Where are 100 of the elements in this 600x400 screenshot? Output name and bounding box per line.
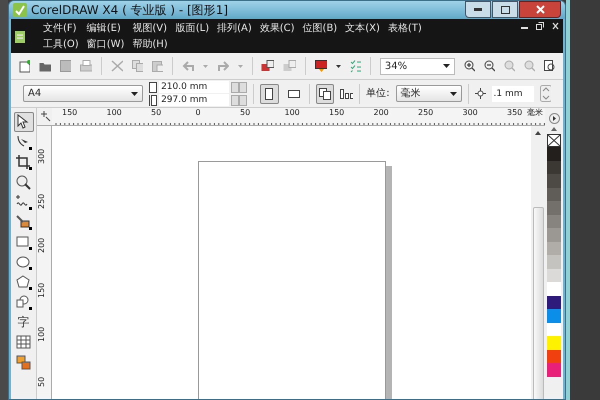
fill-tool-icon bbox=[15, 214, 32, 230]
menu-item[interactable]: 位图(B) bbox=[302, 21, 338, 37]
menu-item[interactable]: 效果(C) bbox=[260, 21, 295, 37]
freehand-icon bbox=[15, 194, 32, 210]
ruler-label: 50 bbox=[240, 108, 250, 118]
minimize-icon bbox=[474, 8, 482, 11]
rectangle-icon bbox=[15, 234, 32, 250]
minimize-button[interactable] bbox=[465, 1, 491, 18]
close-button[interactable] bbox=[519, 1, 561, 18]
color-swatch[interactable] bbox=[547, 336, 561, 350]
menu-item[interactable]: 文本(X) bbox=[345, 21, 380, 37]
color-swatch[interactable] bbox=[547, 296, 561, 309]
doc-close-icon[interactable] bbox=[552, 22, 559, 30]
color-swatch[interactable] bbox=[547, 363, 561, 376]
basic-shapes-icon bbox=[15, 294, 32, 310]
checklist-icon[interactable] bbox=[350, 60, 361, 72]
text-tool-button[interactable]: 字 bbox=[14, 312, 34, 332]
menu-item[interactable]: 编辑(E) bbox=[86, 21, 124, 37]
ruler-label: 100 bbox=[284, 108, 300, 118]
color-swatch[interactable] bbox=[547, 268, 561, 282]
ruler-label: 0 bbox=[196, 108, 201, 118]
ruler-unit: 毫米 bbox=[527, 108, 543, 118]
ruler-label: 50 bbox=[151, 108, 162, 118]
color-swatch[interactable] bbox=[547, 201, 561, 214]
portrait-button[interactable] bbox=[260, 84, 279, 104]
dropdown-arrow-icon bbox=[131, 92, 138, 96]
color-swatch[interactable] bbox=[547, 350, 561, 363]
application-launcher-icon[interactable] bbox=[315, 60, 328, 72]
color-swatch[interactable] bbox=[547, 174, 561, 188]
menu-item[interactable]: 文件(F) bbox=[43, 21, 79, 37]
ellipse-icon bbox=[15, 254, 32, 270]
zoom-out-icon[interactable] bbox=[484, 60, 495, 72]
page-height-icon bbox=[149, 94, 158, 106]
ruler-label: 300 bbox=[37, 148, 47, 164]
folder-icon[interactable] bbox=[39, 60, 52, 72]
color-swatch[interactable] bbox=[547, 309, 561, 322]
ruler-label: 150 bbox=[62, 108, 78, 118]
ruler-label: 50 bbox=[37, 376, 47, 386]
ruler-label: 150 bbox=[37, 282, 47, 298]
dropdown-arrow-icon[interactable] bbox=[336, 64, 341, 68]
landscape-page-icon bbox=[288, 90, 300, 98]
pages-icon bbox=[319, 88, 332, 100]
ruler-label: 200 bbox=[37, 238, 47, 253]
current-page-icon[interactable] bbox=[340, 88, 354, 98]
all-pages-button[interactable] bbox=[316, 84, 334, 104]
menu-item[interactable]: 帮助(H) bbox=[132, 37, 168, 53]
app-logo-icon bbox=[13, 3, 27, 17]
nudge-distance-field[interactable]: .1 mm bbox=[492, 86, 534, 102]
color-swatch[interactable] bbox=[547, 255, 561, 268]
ruler-label: 150 bbox=[329, 108, 344, 118]
scroll-up-icon[interactable] bbox=[535, 131, 541, 135]
ruler-label: 100 bbox=[37, 326, 47, 342]
magnifier-icon bbox=[15, 174, 32, 190]
menu-item[interactable]: 工具(O) bbox=[43, 37, 79, 53]
zoom-level-dropdown[interactable]: 34% bbox=[380, 58, 455, 74]
document-icon bbox=[15, 31, 25, 43]
color-swatch[interactable] bbox=[547, 322, 561, 336]
page-height-field[interactable]: 297.0 mm bbox=[159, 94, 230, 106]
ruler-label: 350 bbox=[507, 108, 522, 118]
menu-item[interactable]: 表格(T) bbox=[388, 21, 422, 37]
ruler-label: 250 bbox=[37, 193, 47, 208]
zoom-page-icon[interactable] bbox=[544, 60, 556, 72]
tool-button[interactable] bbox=[14, 152, 34, 172]
import-icon[interactable] bbox=[261, 60, 274, 72]
color-swatch[interactable] bbox=[547, 282, 561, 296]
color-swatch[interactable] bbox=[547, 147, 561, 160]
window-title: CorelDRAW X4 ( 专业版 ) - [图形1] bbox=[31, 2, 228, 19]
maximize-button[interactable] bbox=[492, 1, 518, 18]
vertical-scrollbar-thumb[interactable] bbox=[532, 207, 544, 399]
color-swatch[interactable] bbox=[547, 160, 561, 174]
table-icon bbox=[15, 334, 32, 350]
color-swatch[interactable] bbox=[547, 242, 561, 255]
palette-scroll-icon[interactable] bbox=[548, 113, 560, 124]
doc-restore-icon[interactable] bbox=[536, 22, 544, 30]
paper-size-dropdown[interactable]: A4 bbox=[23, 85, 144, 102]
color-swatch[interactable] bbox=[547, 188, 561, 201]
tool-button[interactable] bbox=[14, 112, 34, 132]
page-width-field[interactable]: 210.0 mm bbox=[159, 81, 230, 93]
ruler-label: 300 bbox=[462, 108, 478, 118]
blend-icon bbox=[15, 354, 32, 370]
ruler-label: 100 bbox=[106, 108, 122, 118]
new-file-icon[interactable] bbox=[19, 60, 30, 72]
units-dropdown[interactable]: 毫米 bbox=[396, 85, 462, 102]
maximize-icon bbox=[500, 6, 510, 14]
zoom-in-icon[interactable] bbox=[464, 60, 475, 72]
menu-item[interactable]: 窗口(W) bbox=[86, 37, 124, 53]
polygon-icon bbox=[15, 274, 32, 290]
palette-scroll-up-icon[interactable] bbox=[551, 127, 557, 131]
dropdown-arrow-icon bbox=[450, 92, 458, 96]
color-swatch[interactable] bbox=[547, 214, 561, 228]
spinner-icon[interactable] bbox=[540, 85, 552, 102]
menu-item[interactable]: 版面(L) bbox=[176, 21, 210, 37]
tool-button[interactable] bbox=[14, 192, 34, 212]
ruler-label: 200 bbox=[374, 108, 389, 118]
menu-item[interactable]: 排列(A) bbox=[217, 21, 252, 37]
no-fill-swatch[interactable] bbox=[547, 134, 561, 147]
close-icon bbox=[536, 5, 544, 14]
units-label: 单位: bbox=[366, 86, 390, 101]
color-swatch[interactable] bbox=[547, 228, 561, 242]
menu-item[interactable]: 视图(V) bbox=[132, 21, 168, 37]
